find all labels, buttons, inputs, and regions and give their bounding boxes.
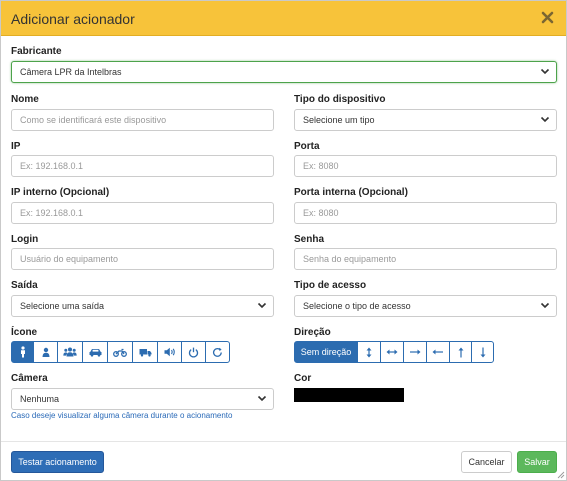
direction-down-button[interactable] — [471, 341, 494, 363]
ip-placeholder: Ex: 192.168.0.1 — [20, 161, 84, 171]
cancel-button[interactable]: Cancelar — [461, 451, 512, 473]
name-input[interactable]: Como se identificará este dispositivo — [11, 109, 274, 131]
chevron-down-icon — [257, 395, 267, 402]
chevron-down-icon — [257, 302, 267, 309]
internal-port-input[interactable]: Ex: 8080 — [294, 202, 557, 224]
motorcycle-icon — [113, 348, 127, 357]
login-input[interactable]: Usuário do equipamento — [11, 248, 274, 270]
icon-option-speaker[interactable] — [157, 341, 182, 363]
icon-option-power[interactable] — [181, 341, 206, 363]
icon-option-refresh[interactable] — [205, 341, 230, 363]
manufacturer-label: Fabricante — [11, 46, 62, 57]
arrow-right-icon — [410, 349, 421, 355]
port-label: Porta — [294, 141, 320, 152]
name-label: Nome — [11, 94, 39, 105]
horizontal-both-arrow-icon — [386, 349, 398, 355]
port-placeholder: Ex: 8080 — [303, 161, 339, 171]
device-type-select[interactable]: Selecione um tipo — [294, 109, 557, 131]
direction-vertical-both-button[interactable] — [357, 341, 381, 363]
device-type-label: Tipo do dispositivo — [294, 94, 386, 105]
arrow-down-icon — [480, 347, 485, 357]
vertical-both-arrow-icon — [366, 347, 372, 357]
modal-title: Adicionar acionador — [11, 11, 135, 27]
close-icon[interactable] — [541, 8, 555, 26]
icon-option-person[interactable] — [11, 341, 34, 363]
icon-label: Ícone — [11, 327, 38, 338]
arrow-up-icon — [458, 347, 463, 357]
camera-select[interactable]: Nenhuma — [11, 388, 274, 410]
save-button[interactable]: Salvar — [517, 451, 557, 473]
password-label: Senha — [294, 234, 325, 245]
access-type-label: Tipo de acesso — [294, 280, 367, 291]
direction-right-button[interactable] — [403, 341, 427, 363]
output-label: Saída — [11, 280, 38, 291]
truck-icon — [139, 348, 151, 357]
chevron-down-icon — [540, 302, 550, 309]
login-placeholder: Usuário do equipamento — [20, 254, 119, 264]
device-type-value: Selecione um tipo — [303, 115, 375, 125]
arrow-left-icon — [432, 349, 443, 355]
access-type-value: Selecione o tipo de acesso — [303, 301, 411, 311]
add-trigger-modal: Adicionar acionador Fabricante Câmera LP… — [0, 0, 567, 481]
direction-up-button[interactable] — [449, 341, 472, 363]
password-placeholder: Senha do equipamento — [303, 254, 397, 264]
output-value: Selecione uma saída — [20, 301, 105, 311]
chevron-down-icon — [540, 116, 550, 123]
icon-picker — [11, 341, 230, 363]
icon-option-truck[interactable] — [132, 341, 158, 363]
test-trigger-button[interactable]: Testar acionamento — [11, 451, 104, 473]
group-icon — [63, 347, 77, 357]
ip-label: IP — [11, 141, 21, 152]
user-icon — [42, 347, 49, 357]
camera-value: Nenhuma — [20, 394, 60, 404]
color-label: Cor — [294, 373, 312, 384]
power-icon — [188, 347, 199, 357]
car-icon — [89, 348, 101, 357]
person-icon — [20, 346, 25, 358]
internal-ip-label: IP interno (Opcional) — [11, 187, 110, 198]
name-placeholder: Como se identificará este dispositivo — [20, 115, 167, 125]
ip-input[interactable]: Ex: 192.168.0.1 — [11, 155, 274, 177]
direction-horizontal-both-button[interactable] — [380, 341, 404, 363]
color-picker-swatch[interactable] — [294, 388, 404, 402]
camera-help-text: Caso deseje visualizar alguma câmera dur… — [11, 411, 233, 420]
icon-option-car[interactable] — [82, 341, 108, 363]
chevron-down-icon — [540, 68, 550, 75]
icon-option-group[interactable] — [57, 341, 83, 363]
resize-handle-icon[interactable] — [557, 471, 565, 479]
speaker-icon — [164, 347, 175, 357]
direction-picker: Sem direção — [294, 341, 494, 363]
direction-none-label: Sem direção — [300, 347, 352, 357]
direction-none-button[interactable]: Sem direção — [294, 341, 358, 363]
login-label: Login — [11, 234, 39, 245]
password-input[interactable]: Senha do equipamento — [294, 248, 557, 270]
port-input[interactable]: Ex: 8080 — [294, 155, 557, 177]
direction-label: Direção — [294, 327, 331, 338]
internal-port-placeholder: Ex: 8080 — [303, 208, 339, 218]
icon-option-user[interactable] — [33, 341, 58, 363]
internal-ip-placeholder: Ex: 192.168.0.1 — [20, 208, 84, 218]
modal-header: Adicionar acionador — [1, 1, 566, 36]
manufacturer-select[interactable]: Câmera LPR da Intelbras — [11, 61, 557, 83]
icon-option-motorcycle[interactable] — [107, 341, 133, 363]
camera-label: Câmera — [11, 373, 48, 384]
footer-divider — [1, 441, 566, 442]
direction-left-button[interactable] — [426, 341, 450, 363]
internal-port-label: Porta interna (Opcional) — [294, 187, 408, 198]
access-type-select[interactable]: Selecione o tipo de acesso — [294, 295, 557, 317]
internal-ip-input[interactable]: Ex: 192.168.0.1 — [11, 202, 274, 224]
manufacturer-value: Câmera LPR da Intelbras — [20, 67, 122, 77]
refresh-icon — [213, 347, 222, 357]
output-select[interactable]: Selecione uma saída — [11, 295, 274, 317]
